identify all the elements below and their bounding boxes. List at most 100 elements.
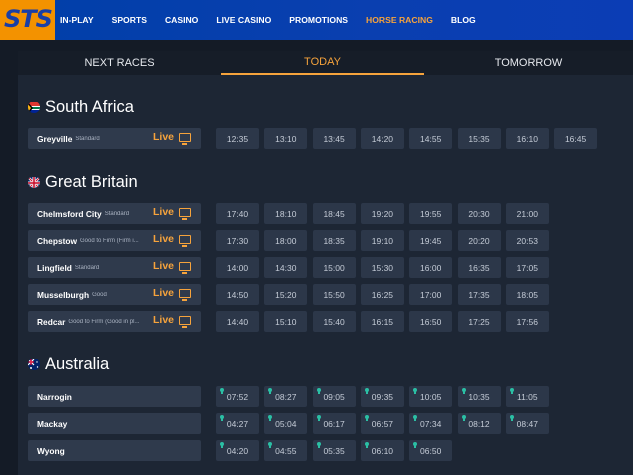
race-time-slot[interactable]: 07:34 <box>409 413 453 434</box>
race-time-slot[interactable]: 20:53 <box>505 230 549 251</box>
race-time-slot[interactable]: 06:50 <box>409 440 453 461</box>
race-time-slot[interactable]: 21:00 <box>505 203 549 224</box>
race-time-slot[interactable]: 17:56 <box>505 311 549 332</box>
race-time-slot[interactable]: 04:27 <box>216 413 259 434</box>
nav-item-blog[interactable]: BLOG <box>451 15 476 25</box>
tab-next-races[interactable]: NEXT RACES <box>18 51 221 75</box>
track-narrogin[interactable]: Narrogin <box>28 386 201 407</box>
race-time-slot[interactable]: 06:57 <box>360 413 404 434</box>
race-time-slot[interactable]: 17:30 <box>216 230 259 251</box>
race-time-slot[interactable]: 17:25 <box>457 311 501 332</box>
race-time-slot[interactable]: 15:35 <box>457 128 501 149</box>
track-greyville[interactable]: Greyville Standard Live <box>28 128 201 149</box>
race-time-slot[interactable]: 16:35 <box>457 257 501 278</box>
race-time-slot[interactable]: 16:10 <box>505 128 549 149</box>
race-time-slot[interactable]: 16:00 <box>409 257 453 278</box>
race-time-slot[interactable]: 06:10 <box>360 440 404 461</box>
race-time-slot[interactable]: 10:05 <box>409 386 453 407</box>
race-time-slot[interactable]: 13:10 <box>264 128 308 149</box>
race-time-slot[interactable]: 15:10 <box>264 311 308 332</box>
race-time-slot[interactable]: 11:05 <box>505 386 549 407</box>
race-time-slot[interactable]: 19:10 <box>360 230 404 251</box>
race-time-slot[interactable]: 10:35 <box>457 386 501 407</box>
race-time: 18:45 <box>323 208 345 219</box>
live-stream-indicator[interactable]: Live <box>153 233 191 247</box>
track-chelmsford-city[interactable]: Chelmsford City Standard Live <box>28 203 201 224</box>
race-time-slot[interactable]: 18:05 <box>505 284 549 305</box>
race-time-slot[interactable]: 14:50 <box>216 284 259 305</box>
race-time: 04:20 <box>226 445 249 456</box>
nav-item-casino[interactable]: CASINO <box>165 15 198 25</box>
nav-item-promotions[interactable]: PROMOTIONS <box>289 15 348 25</box>
nav-item-sports[interactable]: SPORTS <box>112 15 147 25</box>
race-time-slot[interactable]: 19:20 <box>360 203 404 224</box>
race-time-slot[interactable]: 19:45 <box>409 230 453 251</box>
live-stream-indicator[interactable]: Live <box>153 206 191 220</box>
race-time: 15:50 <box>323 289 345 300</box>
nav-item-horse-racing[interactable]: HORSE RACING <box>366 15 433 25</box>
race-time-slot[interactable]: 14:40 <box>216 311 259 332</box>
nav-item-in-play[interactable]: IN-PLAY <box>60 15 94 25</box>
track-lingfield[interactable]: Lingfield Standard Live <box>28 257 201 278</box>
race-time-slot[interactable]: 04:55 <box>264 440 308 461</box>
race-time: 14:00 <box>226 262 249 273</box>
race-time-slot[interactable]: 12:35 <box>216 128 259 149</box>
race-time-slot[interactable]: 16:50 <box>409 311 453 332</box>
live-stream-indicator[interactable]: Live <box>152 314 191 328</box>
race-time-slot[interactable]: 16:15 <box>360 311 404 332</box>
race-time-slot[interactable]: 14:55 <box>409 128 453 149</box>
race-time-slot[interactable]: 17:40 <box>216 203 259 224</box>
race-time-slot[interactable]: 17:05 <box>505 257 549 278</box>
race-time-slot[interactable]: 07:52 <box>216 386 259 407</box>
race-time-slot[interactable]: 17:00 <box>409 284 453 305</box>
race-time-slot[interactable]: 05:04 <box>264 413 308 434</box>
race-time: 17:05 <box>516 262 538 273</box>
race-time-slot[interactable]: 20:20 <box>457 230 501 251</box>
race-time-slot[interactable]: 04:20 <box>216 440 259 461</box>
race-time-slot[interactable]: 09:35 <box>360 386 404 407</box>
track-condition: Standard <box>104 210 130 217</box>
track-redcar[interactable]: Redcar Good to Firm (Good in pl... Live <box>28 311 201 332</box>
race-time-slot[interactable]: 14:00 <box>216 257 259 278</box>
race-time-slot[interactable]: 18:35 <box>312 230 356 251</box>
live-label: Live <box>152 314 174 326</box>
tab-tomorrow[interactable]: TOMORROW <box>424 51 633 75</box>
race-time-slot[interactable]: 14:20 <box>360 128 404 149</box>
race-time-slot[interactable]: 16:45 <box>554 128 598 149</box>
nav-item-live-casino[interactable]: LIVE CASINO <box>216 15 271 25</box>
race-time-slot[interactable]: 13:45 <box>312 128 356 149</box>
day-tabs: NEXT RACES TODAY TOMORROW <box>18 51 633 75</box>
race-time-slot[interactable]: 14:30 <box>264 257 308 278</box>
race-time-slot[interactable]: 18:00 <box>264 230 308 251</box>
race-time-slot[interactable]: 16:25 <box>360 284 404 305</box>
race-time-slot[interactable]: 08:27 <box>264 386 308 407</box>
race-time: 09:35 <box>371 391 394 402</box>
race-time-slot[interactable]: 15:30 <box>360 257 404 278</box>
live-stream-indicator[interactable]: Live <box>153 287 191 301</box>
track-musselburgh[interactable]: Musselburgh Good Live <box>28 284 201 305</box>
race-time: 14:40 <box>226 316 249 327</box>
race-time-slot[interactable]: 06:17 <box>312 413 356 434</box>
live-stream-indicator[interactable]: Live <box>153 260 191 274</box>
race-time-slot[interactable]: 15:40 <box>312 311 356 332</box>
track-mackay[interactable]: Mackay <box>28 413 201 434</box>
race-time-slot[interactable]: 15:20 <box>264 284 308 305</box>
sts-logo[interactable]: STS <box>0 0 55 40</box>
race-time-slot[interactable]: 08:12 <box>457 413 501 434</box>
race-time-slot[interactable]: 05:35 <box>312 440 356 461</box>
track-chepstow[interactable]: Chepstow Good to Firm (Firm i... Live <box>28 230 201 251</box>
race-time-slot[interactable]: 17:35 <box>457 284 501 305</box>
race-time: 19:45 <box>420 235 442 246</box>
race-time-slot[interactable]: 08:47 <box>505 413 549 434</box>
tab-today[interactable]: TODAY <box>221 51 424 75</box>
race-time-slot[interactable]: 18:45 <box>312 203 356 224</box>
race-time-slot[interactable]: 19:55 <box>409 203 453 224</box>
race-time-slot[interactable]: 09:05 <box>312 386 356 407</box>
race-time-slot[interactable]: 15:00 <box>312 257 356 278</box>
race-time-slot[interactable]: 20:30 <box>457 203 501 224</box>
race-time-slot[interactable]: 18:10 <box>264 203 308 224</box>
track-condition: Good to Firm (Good in pl... <box>68 318 140 325</box>
race-time-slot[interactable]: 15:50 <box>312 284 356 305</box>
live-stream-indicator[interactable]: Live <box>153 131 191 145</box>
track-wyong[interactable]: Wyong <box>28 440 201 461</box>
